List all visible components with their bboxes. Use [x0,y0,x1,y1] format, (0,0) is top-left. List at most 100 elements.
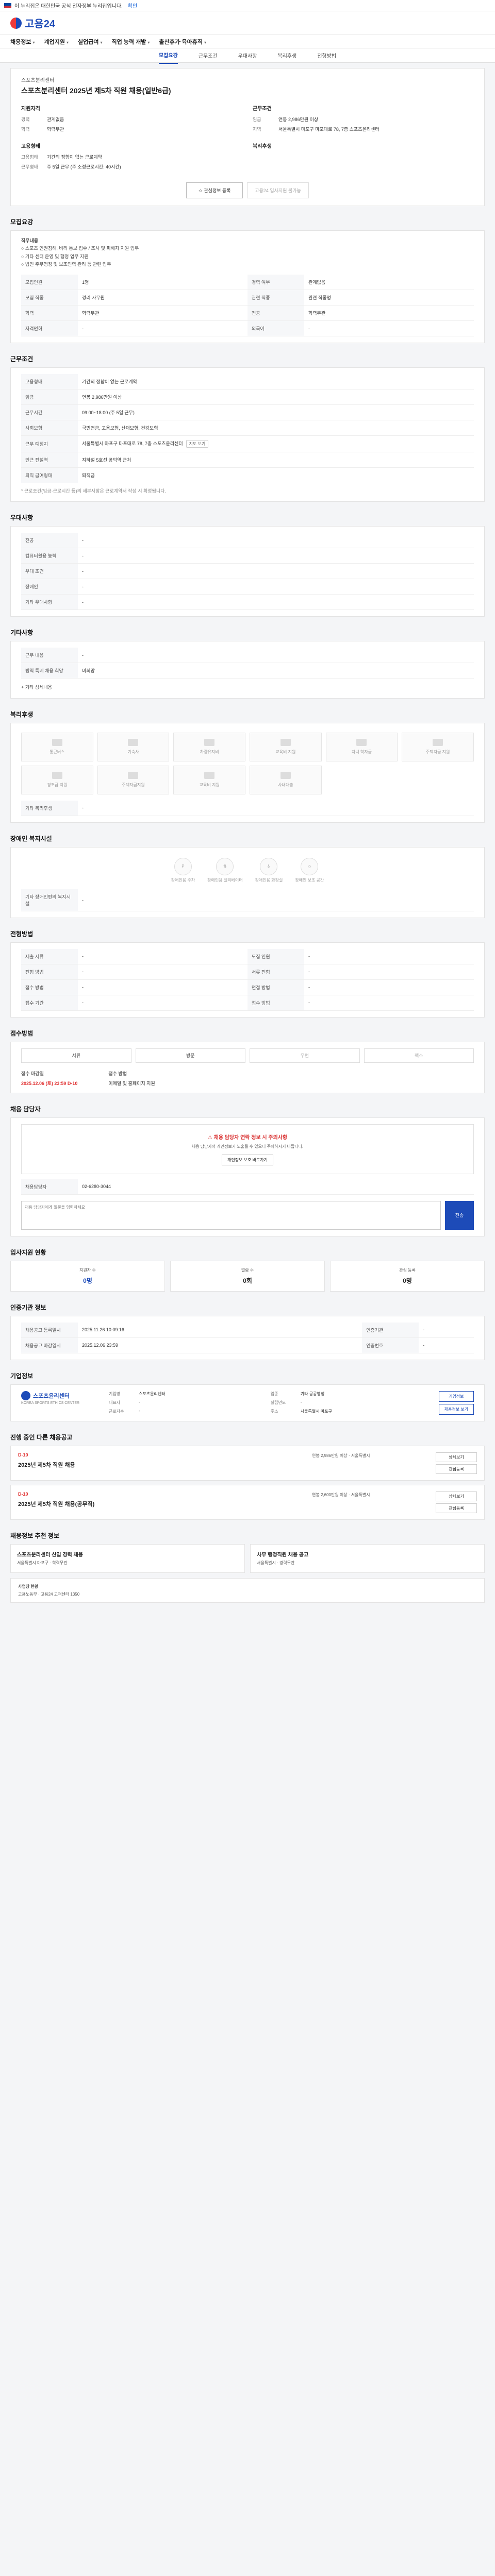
house-icon [433,739,443,747]
gnb-item-4[interactable]: 출산휴가·육아휴직 ▾ [159,38,206,46]
job-summary-card: 스포츠분리센터 스포츠분리센터 2025년 제5차 직원 채용(일반6급) 지원… [10,68,485,206]
tab-work[interactable]: 근무조건 [199,47,218,63]
map-button[interactable]: 지도 보기 [186,440,209,448]
method-visit: 방문 [135,1048,245,1063]
detail-button[interactable]: 상세보기 [436,1491,477,1501]
welfare-grid: 통근버스 기숙사 차량유지비 교육비 지원 자녀 학자금 주택자금 지원 경조금… [21,732,474,794]
welfare-panel: 통근버스 기숙사 차량유지비 교육비 지원 자녀 학자금 주택자금 지원 경조금… [10,722,485,823]
gnb-item-2[interactable]: 실업급여 ▾ [78,38,103,46]
corp-info-button[interactable]: 기업정보 [438,1391,474,1402]
table-row: 임금 연봉 2,986만원 이상 [21,389,474,405]
recruit-panel: 직무내용 ○ 스포츠 인권침해, 비리 통보 접수 / 조사 및 피해자 지원 … [10,230,485,344]
etc-more[interactable]: + 기타 상세내용 [21,684,474,691]
favorite-button[interactable]: 관심등록 [436,1464,477,1474]
tab-welfare[interactable]: 복리후생 [277,47,296,63]
table-row: 전형 방법 - 서류 전형 - [21,964,474,980]
chat-row: 전송 [21,1200,474,1230]
table-row: 접수 기간 - 접수 방법 - [21,995,474,1011]
method-doc: 서류 [21,1048,131,1063]
site-header: 고용24 [0,11,495,35]
table-row: 근무시간 09:00~18:00 (주 5일 근무) [21,404,474,421]
tab-recruit[interactable]: 모집요강 [158,47,178,64]
recruit-table: 모집인원 1명 경력 여부 관계없음 모집 직종 경리 사무원 관련 직종 관련 직종명 학… [21,275,474,337]
elevator-icon: ⇅ [216,857,234,875]
footer-box: 사업장 현황 고용노동부 · 고용24 고객센터 1350 [10,1578,485,1603]
section-info: 인증기관 정보 [10,1303,46,1311]
gnb-item-1[interactable]: 계업지원 ▾ [44,38,69,46]
chevron-down-icon: ▾ [66,40,69,45]
section-contact: 채용 담당자 [10,1105,41,1113]
restroom-icon: ♿ [260,857,278,875]
flag-icon [4,3,11,8]
table-row: 채용담당자 02-6280-3044 [21,1179,474,1195]
section-other: 진행 중인 다른 채용공고 [10,1433,73,1441]
alert-icon: ⚠ [207,1134,212,1141]
section-prefer: 우대사항 [10,514,34,522]
child-icon [356,739,367,747]
gift-icon [52,772,62,779]
welfare-item: 교육비 지원 [250,732,322,761]
section-welfare: 복리후생 [10,710,34,718]
summary-right-heading: 근무조건 [253,106,272,112]
disabled-item: P 장애인용 주차 [171,857,195,883]
gnb-item-0[interactable]: 채용정보 ▾ [10,38,35,46]
table-row: 모집인원 1명 경력 여부 관계없음 [21,275,474,291]
favorite-button[interactable]: ☆ 관심정보 등록 [186,182,243,198]
disabled-panel: P 장애인용 주차 ⇅ 장애인용 엘리베이터 ♿ 장애인용 화장실 ◇ 장애인 보조 공… [10,846,485,918]
corp-info: 기업명 스포츠윤리센터 업종 기타 공공행정 대표자 - 설립년도 - 근로자수 - 주소… [109,1391,332,1414]
education-icon [280,739,291,747]
detail-button[interactable]: 상세보기 [436,1452,477,1462]
company-name[interactable]: 스포츠분리센터 [21,76,474,83]
table-row: 자격면허 - 외국어 - [21,320,474,337]
logo-icon [10,17,22,29]
car-icon [204,739,215,747]
global-nav: 채용정보 ▾ 계업지원 ▾ 실업급여 ▾ 직업 능력 개발 ▾ 출산휴가·육아휴직 ▾ [0,35,495,48]
tab-prefer[interactable]: 우대사항 [238,47,257,63]
welfare-item: 기숙사 [97,732,170,761]
chevron-down-icon: ▾ [100,40,103,45]
etc-table: 근무 내용 - 병역 특례 채용 희망 미희망 [21,648,474,679]
gov-notice-text: 이 누리집은 대한민국 공식 전자정부 누리집입니다. [14,4,123,9]
bus-icon [52,739,62,747]
table-row: 접수 방법 - 면접 방법 - [21,979,474,995]
gov-notice-link[interactable]: 확인 [128,2,137,9]
privacy-button[interactable]: 개인정보 보호 바로가기 [221,1154,274,1165]
table-row: 전공 - [21,533,474,549]
table-row: 근무 내용 - [21,648,474,664]
welfare-item: 주택자금 지원 [402,732,474,761]
table-row: 우대 조건 - [21,563,474,580]
house-icon [128,772,139,779]
gnb-item-3[interactable]: 직업 능력 개발 ▾ [112,38,150,46]
send-button[interactable]: 전송 [445,1200,474,1230]
welfare-extra-table: 기타 복리후생 - [21,800,474,816]
table-row: 근무 예정지 서울특별시 마포구 마포대로 78, 7층 스포츠윤리센터 지도 보기 [21,435,474,453]
section-recruit: 모집요강 [10,218,34,226]
welfare-item: 통근버스 [21,732,93,761]
table-row: 인근 전철역 지하철 5호선 공덕역 근처 [21,452,474,468]
chevron-down-icon: ▾ [32,40,35,45]
list-item: D-10 2025년 제5차 직원 채용 연봉 2,986만원 이상 · 서울특별… [10,1445,485,1481]
detail-tabs: 모집요강 근무조건 우대사항 복리후생 전형방법 [0,47,495,64]
tab-screen[interactable]: 전형방법 [317,47,336,63]
contact-panel: ⚠ 채용 담당자 연락 정보 시 주의사항 채용 담당자의 개인정보가 노출될 … [10,1117,485,1236]
table-row: 사회보험 국민연금, 고용보험, 산재보험, 건강보험 [21,420,474,436]
due-info: 접수 마감일 2025.12.06 (토) 23:59 D-10 접수 방법 이… [21,1071,155,1086]
site-logo[interactable]: 고용24 [10,15,55,30]
table-row: 고용형태 기간의 정함이 없는 근로계약 [21,374,474,390]
corp-jobs-button[interactable]: 채용정보 보기 [438,1403,474,1415]
summary-left-heading: 지원자격 [21,106,40,112]
other-jobs-list: D-10 2025년 제5차 직원 채용 연봉 2,986만원 이상 · 서울특별… [10,1445,485,1520]
stat-applicants: 지원자 수 0명 [10,1260,165,1292]
recommend-item[interactable]: 스포츠분리센터 신입 경력 채용 서울특별시 마포구 · 학력무관 [10,1544,245,1573]
doc-method: 이메일 및 홈페이지 지원 [108,1080,155,1086]
disabled-item: ◇ 장애인 보조 공간 [295,857,324,883]
favorite-button[interactable]: 관심등록 [436,1503,477,1513]
method-options: 서류 방문 우편 팩스 [21,1048,474,1063]
corp-logo-icon [21,1391,30,1400]
recommend-item[interactable]: 사무 행정직원 채용 공고 서울특별시 · 경력무관 [250,1544,485,1573]
apply-disabled-button: 고용24 입사지원 불가능 [247,182,309,198]
question-input[interactable] [21,1200,441,1230]
section-recommend: 채용정보 추천 정보 [10,1532,59,1539]
section-disabled: 장애인 복지시설 [10,835,52,842]
section-etc: 기타사항 [10,629,34,637]
